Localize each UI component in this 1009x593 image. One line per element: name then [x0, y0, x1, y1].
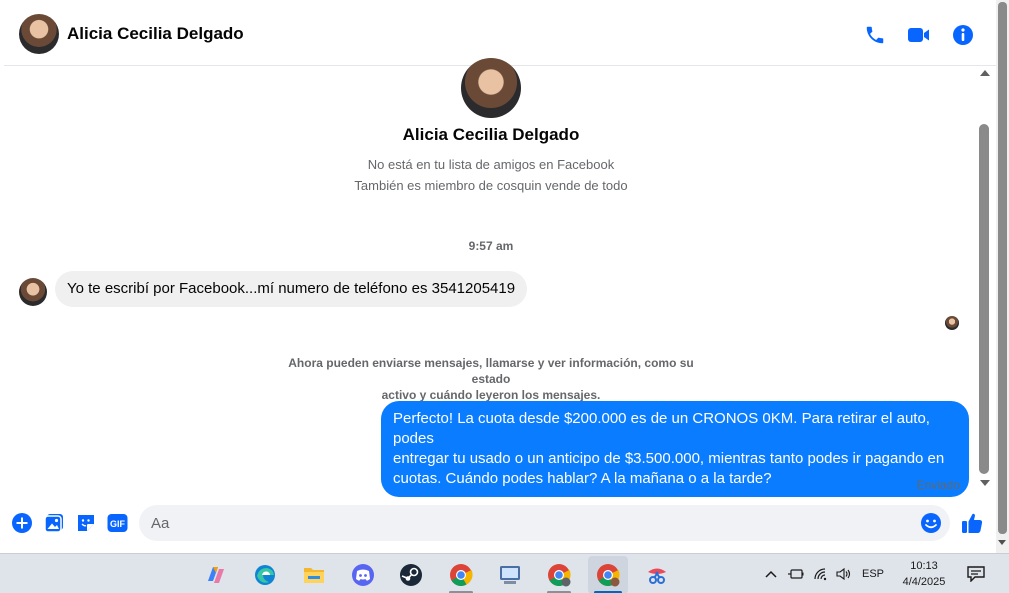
chrome-icon — [548, 564, 571, 587]
like-button[interactable] — [960, 511, 984, 535]
tray-battery[interactable] — [786, 554, 806, 593]
message-input[interactable] — [139, 505, 950, 541]
sender-avatar[interactable] — [19, 278, 47, 306]
outgoing-message-bubble[interactable]: Perfecto! La cuota desde $200.000 es de … — [381, 401, 969, 497]
messenger-window: Alicia Cecilia Delgado Alicia Cecilia De… — [0, 0, 1009, 593]
contact-avatar[interactable] — [19, 14, 59, 54]
tray-network[interactable] — [811, 554, 831, 593]
video-call-button[interactable] — [906, 22, 932, 48]
windows-taskbar: ESP 10:13 4/4/2025 — [0, 553, 1009, 593]
scissors-icon — [648, 568, 666, 584]
steam-icon — [400, 564, 422, 586]
profile-friend-status: No está en tu lista de amigos en Faceboo… — [367, 157, 615, 172]
gif-button[interactable]: GIF — [106, 512, 128, 534]
profile-group-membership: También es miembro de cosquin vende de t… — [354, 178, 628, 193]
outgoing-message-line-1: Perfecto! La cuota desde $200.000 es de … — [393, 410, 930, 447]
taskbar-chrome-profile-3[interactable] — [588, 556, 628, 593]
wifi-icon — [814, 568, 827, 581]
scroll-down-arrow[interactable] — [980, 480, 990, 486]
page-scroll-down-arrow[interactable] — [998, 540, 1006, 545]
header-actions — [862, 3, 976, 66]
smiley-icon — [921, 513, 941, 533]
incoming-message-bubble[interactable]: Yo te escribí por Facebook...mí numero d… — [55, 271, 528, 307]
taskbar-snipping-tool[interactable] — [637, 556, 677, 593]
tray-volume[interactable] — [834, 554, 854, 593]
monitor-app-icon — [500, 566, 520, 584]
more-actions-button[interactable] — [11, 512, 33, 534]
gif-icon: GIF — [107, 514, 127, 532]
discord-icon — [352, 564, 374, 586]
scroll-up-arrow[interactable] — [980, 70, 990, 76]
info-icon — [953, 24, 973, 45]
profile-avatar[interactable] — [461, 58, 521, 118]
taskbar-chrome-profile-2[interactable] — [539, 556, 579, 593]
notification-icon — [967, 566, 985, 582]
taskbar-edge[interactable] — [245, 556, 285, 593]
phone-call-button[interactable] — [862, 22, 888, 48]
taskbar-file-explorer[interactable] — [294, 556, 334, 593]
taskbar-remote-desktop[interactable] — [490, 556, 530, 593]
video-camera-icon — [908, 27, 929, 42]
messaging-notice: Ahora pueden enviarse mensajes, llamarse… — [270, 355, 712, 403]
contact-name[interactable]: Alicia Cecilia Delgado — [67, 24, 244, 44]
conversation-info-button[interactable] — [950, 22, 976, 48]
photo-icon — [44, 514, 63, 533]
taskbar-discord[interactable] — [343, 556, 383, 593]
attach-media-button[interactable] — [43, 512, 65, 534]
phone-icon — [866, 26, 884, 43]
clock-time: 10:13 — [910, 560, 938, 572]
message-timestamp: 9:57 am — [468, 239, 514, 253]
copilot-icon — [208, 567, 224, 583]
chevron-up-icon — [765, 570, 777, 578]
tray-language[interactable]: ESP — [858, 554, 888, 593]
battery-plug-icon — [788, 569, 804, 579]
speaker-icon — [836, 567, 851, 581]
folder-icon — [304, 568, 324, 583]
emoji-button[interactable] — [920, 512, 942, 534]
chrome-icon — [450, 564, 473, 586]
taskbar-chrome-profile-1[interactable] — [441, 556, 481, 593]
sticker-icon — [78, 515, 94, 531]
taskbar-clock[interactable]: 10:13 4/4/2025 — [896, 558, 952, 590]
message-status: Enviado — [916, 478, 960, 492]
thumbs-up-icon — [962, 513, 983, 533]
gif-label: GIF — [110, 519, 126, 529]
chrome-icon — [597, 564, 620, 587]
outgoing-message-line-2: entregar tu usado o un anticipo de $3.50… — [393, 450, 945, 467]
notification-center-button[interactable] — [964, 554, 988, 593]
taskbar-steam[interactable] — [391, 556, 431, 593]
chat-header: Alicia Cecilia Delgado — [4, 3, 996, 66]
outgoing-message-line-3: cuotas. Cuándo podes hablar? A la mañana… — [393, 470, 772, 487]
tray-overflow-button[interactable] — [762, 554, 780, 593]
page-scrollbar[interactable] — [996, 0, 1009, 553]
edge-icon — [255, 565, 275, 585]
notice-line-1: Ahora pueden enviarse mensajes, llamarse… — [288, 356, 694, 386]
profile-name: Alicia Cecilia Delgado — [402, 125, 580, 144]
seen-indicator-avatar — [945, 316, 959, 330]
clock-date: 4/4/2025 — [902, 576, 946, 588]
scroll-thumb[interactable] — [979, 124, 989, 474]
taskbar-copilot[interactable] — [196, 556, 236, 593]
sticker-button[interactable] — [75, 512, 97, 534]
page-scroll-thumb[interactable] — [998, 2, 1007, 534]
plus-circle-icon — [12, 513, 32, 533]
